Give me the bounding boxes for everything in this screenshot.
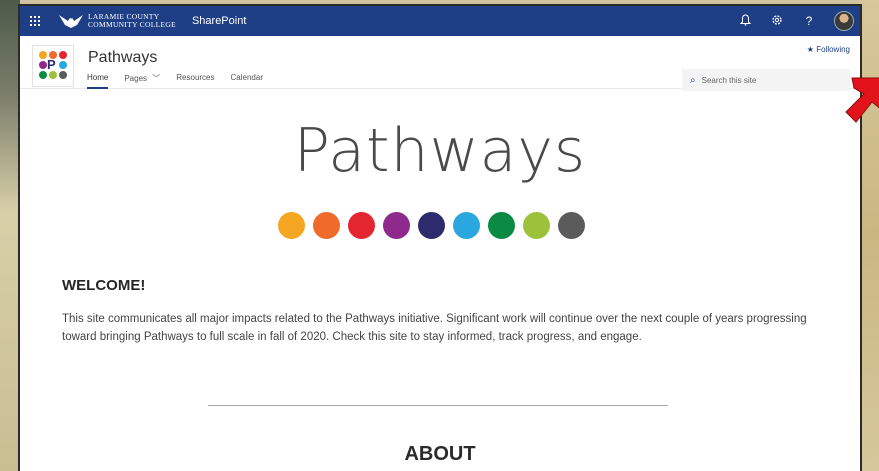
site-header: P Pathways Home Pages ﹀ Resources Calend… xyxy=(20,36,860,91)
sharepoint-link[interactable]: SharePoint xyxy=(192,15,246,27)
nav-pages-label: Pages xyxy=(124,74,148,83)
site-logo[interactable]: P xyxy=(32,45,74,87)
search-input[interactable]: Search this site xyxy=(702,76,757,85)
site-navigation: Home Pages ﹀ Resources Calendar xyxy=(87,73,263,89)
suite-bar: LARAMIE COUNTY COMMUNITY COLLEGE SharePo… xyxy=(20,6,860,36)
hero-dot-1 xyxy=(278,212,305,239)
hero-dot-4 xyxy=(383,212,410,239)
background-left xyxy=(0,0,20,471)
hero-dot-9 xyxy=(558,212,585,239)
nav-pages[interactable]: Pages ﹀ xyxy=(124,73,160,87)
search-box[interactable]: ⌕ Search this site xyxy=(682,69,850,91)
browser-page: LARAMIE COUNTY COMMUNITY COLLEGE SharePo… xyxy=(20,6,860,471)
site-title[interactable]: Pathways xyxy=(88,49,157,67)
app-launcher-icon[interactable] xyxy=(24,6,46,36)
section-divider xyxy=(208,405,668,406)
hero-dot-2 xyxy=(313,212,340,239)
about-heading: ABOUT xyxy=(404,443,476,465)
hero-dots xyxy=(278,212,585,239)
college-logo[interactable]: LARAMIE COUNTY COMMUNITY COLLEGE xyxy=(58,6,176,36)
hero-dot-7 xyxy=(488,212,515,239)
avatar[interactable] xyxy=(834,11,854,31)
hero-dot-8 xyxy=(523,212,550,239)
hero-title: Pathways xyxy=(293,116,587,186)
hero-dot-6 xyxy=(453,212,480,239)
eagle-icon xyxy=(59,15,83,28)
star-icon: ★ xyxy=(806,45,814,54)
gear-icon[interactable] xyxy=(770,14,784,29)
search-icon: ⌕ xyxy=(690,74,696,86)
help-icon[interactable]: ? xyxy=(802,14,816,28)
nav-resources[interactable]: Resources xyxy=(176,73,214,87)
background-right xyxy=(857,0,879,471)
brand-line-2: COMMUNITY COLLEGE xyxy=(88,20,176,29)
bell-icon[interactable] xyxy=(738,13,752,29)
welcome-text: This site communicates all major impacts… xyxy=(62,313,807,343)
hero-dot-3 xyxy=(348,212,375,239)
follow-label: Following xyxy=(816,45,850,54)
red-arrow-annotation xyxy=(845,77,879,123)
hero-dot-5 xyxy=(418,212,445,239)
nav-calendar[interactable]: Calendar xyxy=(231,73,263,87)
welcome-heading: WELCOME! xyxy=(62,277,146,294)
nav-home[interactable]: Home xyxy=(87,73,109,89)
chevron-down-icon: ﹀ xyxy=(152,74,161,83)
follow-button[interactable]: ★ Following xyxy=(807,45,850,54)
